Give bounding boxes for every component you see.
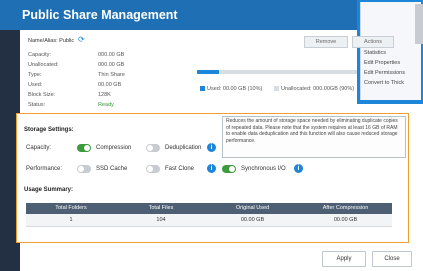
table-cell: 00.00 GB (240, 217, 265, 223)
info-key: Block Size: (28, 92, 56, 98)
info-icon[interactable]: i (207, 143, 216, 152)
info-row-unallocated: Unallocated: 000.00 GB (28, 61, 168, 69)
info-value: Thin Share (98, 72, 125, 78)
info-row-capacity: Capacity: 000.00 GB (28, 51, 168, 59)
usage-progress-bar (197, 70, 357, 74)
legend-used: Used: 00.00 GB (10%) (200, 86, 262, 93)
share-name-label: Name/Alias: Public (28, 38, 75, 44)
header-cell: Total Folders (55, 205, 87, 211)
deduplication-label: Deduplication (165, 145, 202, 151)
fast-clone-label: Fast Clone (165, 166, 195, 172)
legend-unallocated-label: Unallocated: 000.00GB (90%) (281, 86, 355, 92)
usage-summary-title: Usage Summary: (24, 187, 74, 193)
info-key: Used: (28, 82, 43, 88)
synchronous-io-label: Synchronous I/O (241, 166, 286, 172)
apply-button[interactable]: Apply (322, 251, 366, 267)
info-value: 000.00 GB (98, 62, 125, 68)
window-title: Public Share Management (22, 8, 178, 22)
ssd-cache-label: SSD Cache (96, 166, 128, 172)
table-row: 1 104 00.00 GB 00.00 GB (26, 214, 392, 227)
refresh-icon[interactable]: ⟳ (78, 36, 85, 44)
header-cell: Original Used (235, 205, 270, 211)
legend-unallocated: Unallocated: 000.00GB (90%) (274, 86, 354, 93)
info-key: Status: (28, 102, 46, 108)
info-row-used: Used: 00.00 GB (28, 81, 168, 89)
capacity-label: Capacity: (26, 145, 52, 151)
usage-progress-fill (197, 70, 220, 74)
scrollbar[interactable] (415, 4, 423, 44)
info-value: 128K (98, 92, 111, 98)
toggle-knob (229, 166, 235, 172)
info-row-type: Type: Thin Share (28, 71, 168, 79)
menu-item-edit-properties[interactable]: Edit Properties (361, 58, 421, 68)
info-key: Unallocated: (28, 62, 59, 68)
actions-button[interactable]: Actions (352, 36, 394, 48)
info-row-status: Status: Ready (28, 101, 168, 109)
legend-swatch-used (200, 86, 205, 92)
remove-button[interactable]: Remove (304, 36, 348, 48)
deduplication-toggle[interactable] (146, 144, 160, 152)
legend-used-label: Used: 00.00 GB (10%) (207, 86, 263, 92)
ssd-cache-toggle[interactable] (77, 165, 91, 173)
info-row-block-size: Block Size: 128K (28, 91, 168, 99)
toggle-knob (84, 145, 90, 151)
compression-toggle[interactable] (77, 144, 91, 152)
menu-item-statistics[interactable]: Statistics (361, 48, 421, 58)
table-cell: 104 (156, 217, 166, 223)
header-cell: After Compression (322, 205, 369, 211)
menu-item-edit-permissions[interactable]: Edit Permissions (361, 68, 421, 78)
close-button[interactable]: Close (372, 251, 412, 267)
info-key: Type: (28, 72, 42, 78)
info-value: 00.00 GB (98, 82, 122, 88)
table-cell: 00.00 GB (333, 217, 358, 223)
table-cell: 1 (69, 217, 73, 223)
storage-settings-title: Storage Settings: (24, 127, 74, 133)
info-icon[interactable]: i (207, 164, 216, 173)
status-value: Ready (98, 102, 114, 108)
actions-menu: Statistics Edit Properties Edit Permissi… (360, 2, 421, 100)
header-cell: Total Files (148, 205, 174, 211)
toggle-knob (78, 166, 84, 172)
info-icon[interactable]: i (294, 164, 303, 173)
synchronous-io-toggle[interactable] (222, 165, 236, 173)
performance-label: Performance: (26, 166, 63, 172)
legend-swatch-unallocated (274, 86, 279, 92)
toggle-knob (147, 145, 153, 151)
fast-clone-toggle[interactable] (146, 165, 160, 173)
info-key: Capacity: (28, 52, 51, 58)
toggle-knob (147, 166, 153, 172)
deduplication-tooltip: Reduces the amount of storage space need… (222, 116, 406, 158)
menu-item-convert[interactable]: Convert to Thick (361, 78, 421, 88)
compression-label: Compression (96, 145, 132, 151)
table-header: Total Folders Total Files Original Used … (26, 203, 392, 214)
info-value: 000.00 GB (98, 52, 125, 58)
